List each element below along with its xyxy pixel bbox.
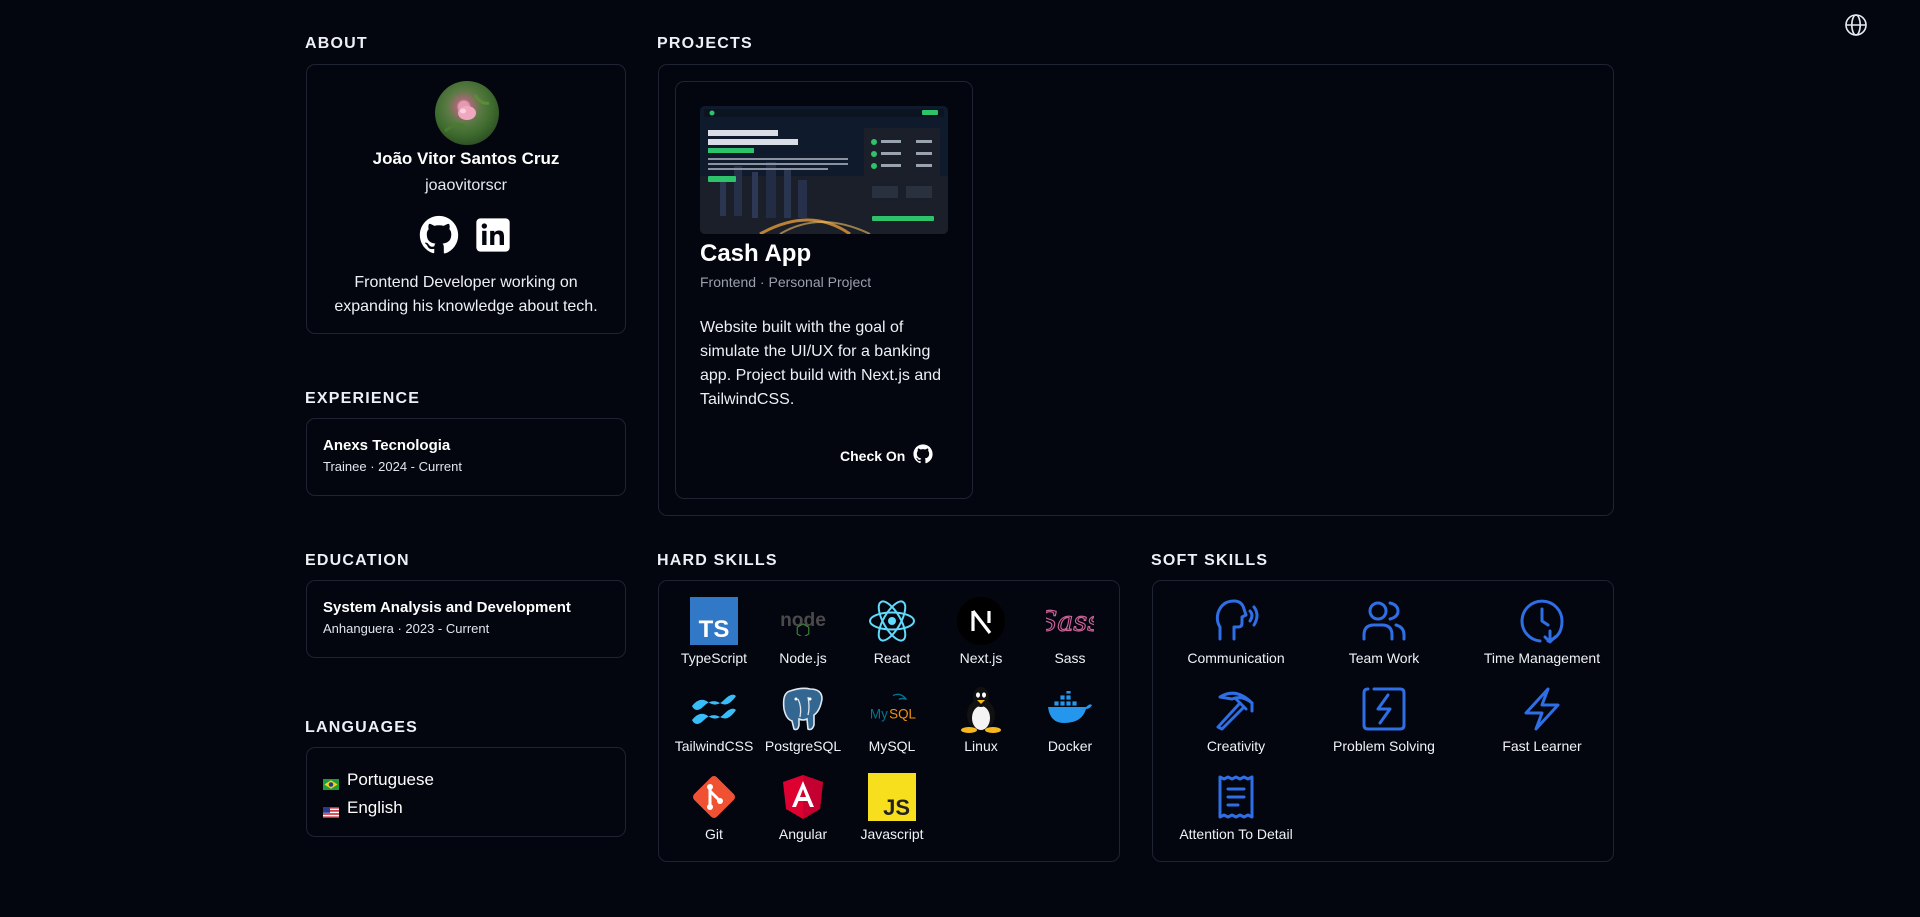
project-description: Website built with the goal of simulate … [700, 319, 942, 408]
skill-creativity: Creativity [1181, 685, 1291, 754]
project-meta: Frontend · Personal Project [700, 274, 872, 290]
skill-label: Fast Learner [1502, 738, 1582, 754]
education-section-title: EDUCATION [305, 552, 410, 569]
education-course: System Analysis and Development [323, 599, 571, 616]
skill-label: Sass [1054, 650, 1086, 666]
project-github-link[interactable]: Check On [840, 444, 933, 467]
projects-section-title: PROJECTS [657, 35, 753, 52]
soft-skills-section-title: SOFT SKILLS [1151, 552, 1269, 569]
skill-attention-to-detail: Attention To Detail [1163, 773, 1309, 842]
typescript-icon: TS [690, 597, 738, 645]
svg-text:SQL: SQL [889, 707, 916, 722]
language-item: Portuguese [323, 766, 609, 794]
social-links [307, 215, 625, 255]
postgresql-icon [779, 685, 827, 733]
github-icon [913, 444, 933, 467]
language-name: English [347, 798, 403, 817]
avatar [435, 81, 499, 145]
skill-label: Attention To Detail [1179, 826, 1293, 842]
git-icon [690, 773, 738, 821]
github-icon[interactable] [419, 215, 459, 255]
time-management-icon [1518, 597, 1566, 645]
skill-docker: Docker [1015, 685, 1125, 754]
experience-detail: Trainee · 2024 - Current [323, 459, 462, 474]
project-card: Cash App Frontend · Personal Project Web… [675, 81, 973, 499]
hard-skills-card: TS TypeScript node Node.js React Next.js… [658, 580, 1120, 862]
brazil-flag-icon [323, 775, 339, 790]
mysql-icon: My SQL [868, 685, 916, 733]
team-work-icon [1360, 597, 1408, 645]
linux-icon [957, 685, 1005, 733]
communication-icon [1212, 597, 1260, 645]
portfolio-page: ABOUT João Vitor Santos Cruz joaovitorsc… [0, 0, 1920, 917]
skill-label: Docker [1047, 738, 1093, 754]
skill-sass: Sass Sass [1015, 597, 1125, 666]
svg-text:TS: TS [699, 616, 730, 643]
skill-label: Javascript [860, 826, 924, 842]
language-name: Portuguese [347, 770, 434, 789]
sass-icon: Sass [1046, 597, 1094, 645]
nodejs-icon: node [779, 597, 827, 645]
education-card: System Analysis and Development Anhangue… [306, 580, 626, 658]
skill-label: Communication [1187, 650, 1285, 666]
receipt-icon [1212, 773, 1260, 821]
skill-communication: Communication [1181, 597, 1291, 666]
skill-label: Problem Solving [1333, 738, 1435, 754]
profile-name: João Vitor Santos Cruz [372, 149, 560, 168]
soft-skills-card: Communication Team Work Time Management … [1152, 580, 1614, 862]
skill-time-management: Time Management [1477, 597, 1607, 666]
languages-card: Portuguese English [306, 747, 626, 837]
nextjs-icon [957, 597, 1005, 645]
project-thumbnail [700, 106, 948, 234]
projects-card: Cash App Frontend · Personal Project Web… [658, 64, 1614, 516]
profile-bio: Frontend Developer working on expanding … [334, 274, 598, 315]
svg-text:My: My [870, 707, 888, 722]
svg-text:Sass: Sass [1046, 607, 1094, 638]
skill-label: Team Work [1348, 650, 1420, 666]
about-section-title: ABOUT [305, 35, 368, 52]
experience-company: Anexs Tecnologia [323, 437, 451, 454]
language-item: English [323, 794, 609, 822]
lightning-icon [1518, 685, 1566, 733]
us-flag-icon [323, 803, 339, 818]
docker-icon [1046, 685, 1094, 733]
globe-icon[interactable] [1843, 12, 1869, 38]
creativity-icon [1212, 685, 1260, 733]
languages-section-title: LANGUAGES [305, 719, 419, 736]
problem-solving-icon [1360, 685, 1408, 733]
education-detail: Anhanguera · 2023 - Current [323, 621, 490, 636]
svg-text:JS: JS [883, 795, 910, 820]
skill-label: Creativity [1206, 738, 1266, 754]
project-name: Cash App [700, 240, 812, 267]
hard-skills-section-title: HARD SKILLS [657, 552, 778, 569]
experience-section-title: EXPERIENCE [305, 390, 421, 407]
skill-fast-learner: Fast Learner [1477, 685, 1607, 754]
experience-card: Anexs Tecnologia Trainee · 2024 - Curren… [306, 418, 626, 496]
skill-team-work: Team Work [1329, 597, 1439, 666]
angular-icon [779, 773, 827, 821]
profile-username: joaovitorscr [425, 177, 507, 194]
project-link-label: Check On [840, 447, 906, 464]
about-card: João Vitor Santos Cruz joaovitorscr Fron… [306, 64, 626, 334]
skill-label: Time Management [1483, 650, 1601, 666]
skill-javascript: JS Javascript [837, 773, 947, 842]
javascript-icon: JS [868, 773, 916, 821]
svg-text:node: node [780, 610, 826, 631]
react-icon [868, 597, 916, 645]
skill-problem-solving: Problem Solving [1329, 685, 1439, 754]
linkedin-icon[interactable] [473, 215, 513, 255]
tailwindcss-icon [690, 685, 738, 733]
